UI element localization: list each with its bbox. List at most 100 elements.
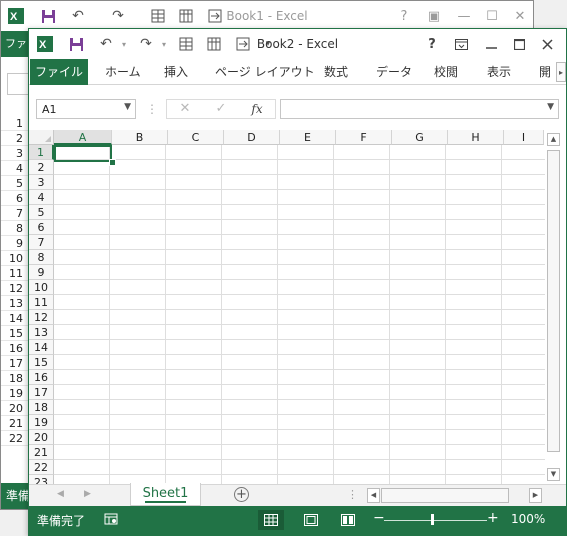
minimize-icon[interactable]: —	[453, 6, 475, 26]
macro-record-icon[interactable]	[104, 512, 118, 526]
maximize-icon[interactable]: ☐	[481, 6, 503, 26]
enter-check-icon[interactable]: ✓	[211, 101, 231, 117]
scroll-left-icon[interactable]: ◀	[367, 488, 380, 503]
row-header[interactable]: 17	[29, 385, 54, 400]
maximize-icon[interactable]	[508, 34, 530, 54]
normal-view-icon[interactable]	[258, 510, 284, 530]
background-row-header: 20	[1, 401, 29, 416]
minimize-icon[interactable]	[480, 34, 502, 54]
background-row-header: 21	[1, 416, 29, 431]
tab-developer-partial[interactable]: 開	[539, 59, 551, 85]
name-box[interactable]: A1 ▼	[36, 99, 136, 119]
tab-view[interactable]: 表示	[487, 59, 511, 85]
row-header[interactable]: 6	[29, 220, 54, 235]
row-header[interactable]: 22	[29, 460, 54, 475]
tab-file[interactable]: ファイル	[30, 59, 88, 85]
tab-insert[interactable]: 挿入	[164, 59, 188, 85]
formula-bar-grip-icon[interactable]: ⋮	[146, 102, 158, 116]
row-header[interactable]: 5	[29, 205, 54, 220]
vertical-scrollbar[interactable]: ▲ ▼	[545, 130, 562, 484]
row-header[interactable]: 21	[29, 445, 54, 460]
scroll-right-icon[interactable]: ▶	[529, 488, 542, 503]
row-header[interactable]: 19	[29, 415, 54, 430]
background-row-header: 5	[1, 176, 29, 191]
cell-area[interactable]	[54, 145, 545, 484]
column-header-b[interactable]: B	[112, 130, 168, 145]
horizontal-scrollbar[interactable]: ◀ ▶	[367, 488, 542, 503]
tab-formulas[interactable]: 数式	[324, 59, 348, 85]
row-header[interactable]: 18	[29, 400, 54, 415]
fill-handle[interactable]	[109, 159, 116, 166]
formula-buttons: ✕ ✓ fx	[166, 99, 276, 119]
tab-home[interactable]: ホーム	[105, 59, 141, 85]
zoom-level[interactable]: 100%	[511, 512, 545, 526]
active-cell[interactable]	[54, 145, 112, 162]
ribbon-display-icon[interactable]	[450, 34, 472, 54]
column-header-c[interactable]: C	[168, 130, 224, 145]
ribbon-scroll-right-icon[interactable]: ▸	[556, 62, 566, 82]
row-header[interactable]: 14	[29, 340, 54, 355]
sheet-tab-sheet1[interactable]: Sheet1	[130, 483, 201, 506]
tab-page-layout[interactable]: ページ レイアウト	[215, 59, 315, 85]
column-header-f[interactable]: F	[336, 130, 392, 145]
zoom-out-icon[interactable]: −	[373, 510, 385, 526]
zoom-slider[interactable]	[384, 520, 487, 521]
worksheet-grid[interactable]: ABCDEFGHI 1 2 3 4 5 6 7 8 9 10 11 12 13 14 15 16 17 18 19 2…	[29, 130, 545, 484]
column-header-d[interactable]: D	[224, 130, 280, 145]
row-header[interactable]: 15	[29, 355, 54, 370]
excel-window[interactable]: X ↶ ▾ ↷ ▾ ▾ Book2 - Excel ? ファイル ホーム 挿入 …	[28, 28, 567, 536]
column-header-h[interactable]: H	[448, 130, 504, 145]
column-header-a[interactable]: A	[54, 130, 112, 145]
page-layout-view-icon[interactable]	[298, 510, 324, 530]
vertical-scroll-thumb[interactable]	[547, 150, 560, 452]
column-header-e[interactable]: E	[280, 130, 336, 145]
background-row-header: 10	[1, 251, 29, 266]
row-header[interactable]: 1	[29, 145, 54, 160]
row-header[interactable]: 13	[29, 325, 54, 340]
row-header[interactable]: 8	[29, 250, 54, 265]
background-file-tab[interactable]: ファイ	[1, 31, 31, 57]
close-icon[interactable]: ✕	[509, 6, 531, 26]
row-header[interactable]: 12	[29, 310, 54, 325]
row-header[interactable]: 10	[29, 280, 54, 295]
row-header[interactable]: 11	[29, 295, 54, 310]
tab-data[interactable]: データ	[376, 59, 412, 85]
row-header[interactable]: 2	[29, 160, 54, 175]
row-header[interactable]: 23	[29, 475, 54, 484]
scroll-up-icon[interactable]: ▲	[547, 133, 560, 146]
row-header[interactable]: 9	[29, 265, 54, 280]
formula-input[interactable]: ▼	[280, 99, 559, 119]
sheet-nav-prev-icon[interactable]: ◀	[57, 489, 64, 499]
background-titlebar: X ↶ ↷ Book1 - Excel ? ▣ — ☐ ✕	[1, 1, 533, 31]
scroll-down-icon[interactable]: ▼	[547, 468, 560, 481]
horizontal-scroll-thumb[interactable]	[381, 488, 509, 503]
ribbon-display-icon[interactable]: ▣	[423, 6, 445, 26]
row-header[interactable]: 3	[29, 175, 54, 190]
tab-review[interactable]: 校閲	[434, 59, 458, 85]
background-row-header: 15	[1, 326, 29, 341]
expand-formula-icon[interactable]: ▼	[547, 102, 554, 112]
ribbon-tabs: ファイル ホーム 挿入 ページ レイアウト 数式 データ 校閲 表示 開 ▸	[29, 59, 566, 85]
page-break-view-icon[interactable]	[335, 510, 361, 530]
help-icon[interactable]: ?	[393, 6, 415, 26]
zoom-slider-thumb[interactable]	[431, 514, 434, 525]
column-header-i[interactable]: I	[504, 130, 544, 145]
select-all-button[interactable]	[29, 130, 54, 145]
background-row-header: 9	[1, 236, 29, 251]
zoom-in-icon[interactable]: +	[487, 510, 499, 526]
cancel-icon[interactable]: ✕	[175, 101, 195, 117]
insert-function-button[interactable]: fx	[247, 101, 267, 117]
sheet-splitter-icon[interactable]: ⋮	[347, 488, 358, 501]
background-row-header: 18	[1, 371, 29, 386]
row-header[interactable]: 7	[29, 235, 54, 250]
add-sheet-icon[interactable]: +	[234, 487, 249, 502]
chevron-down-icon[interactable]: ▼	[124, 102, 131, 112]
close-icon[interactable]	[536, 34, 558, 54]
sheet-nav-next-icon[interactable]: ▶	[84, 489, 91, 499]
row-header[interactable]: 4	[29, 190, 54, 205]
column-header-g[interactable]: G	[392, 130, 448, 145]
background-row-header: 19	[1, 386, 29, 401]
help-icon[interactable]: ?	[421, 34, 443, 54]
row-header[interactable]: 16	[29, 370, 54, 385]
row-header[interactable]: 20	[29, 430, 54, 445]
